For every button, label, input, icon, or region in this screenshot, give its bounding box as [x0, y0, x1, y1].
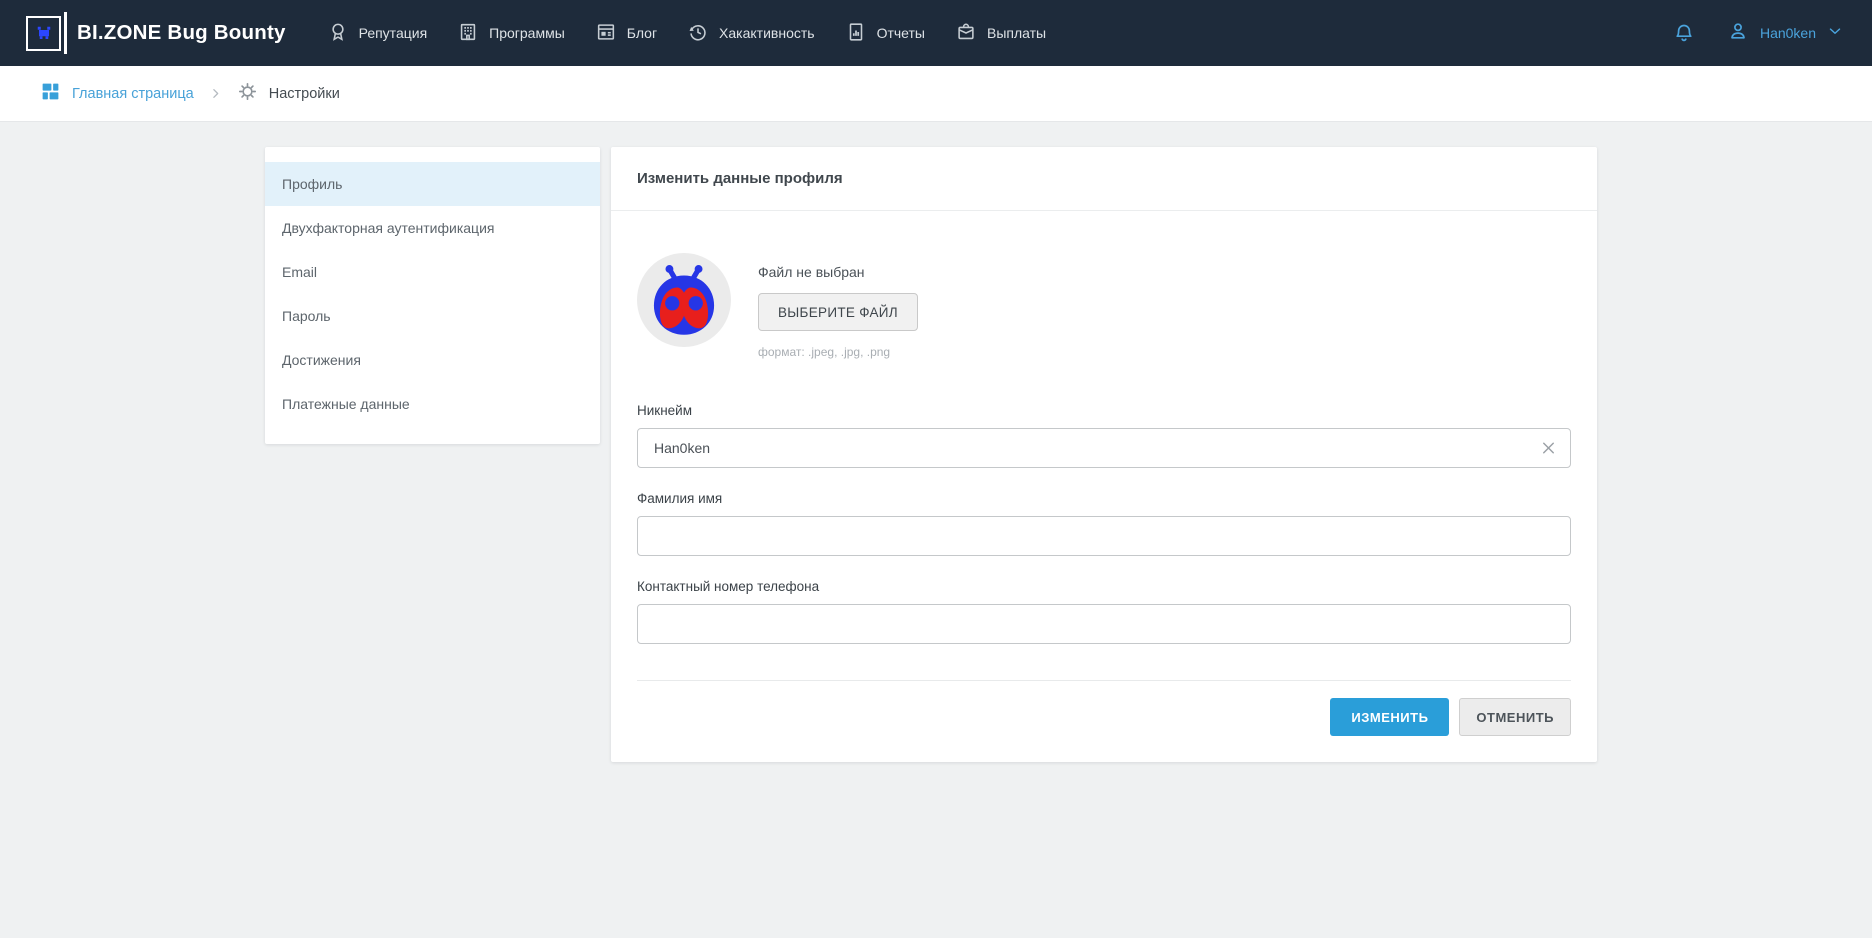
report-icon	[845, 21, 867, 46]
nav-item-label: Программы	[489, 25, 565, 41]
submit-button[interactable]: ИЗМЕНИТЬ	[1330, 698, 1449, 736]
navbar-right: Han0ken	[1672, 19, 1844, 48]
file-format-hint: формат: .jpeg, .jpg, .png	[758, 345, 918, 359]
phone-field-block: Контактный номер телефона	[637, 579, 1571, 644]
sidebar-item-two-factor[interactable]: Двухфакторная аутентификация	[265, 206, 600, 250]
sidebar-item-label: Email	[282, 264, 317, 280]
gear-icon	[237, 81, 258, 107]
breadcrumb-current: Настройки	[237, 81, 340, 107]
sidebar-item-profile[interactable]: Профиль	[265, 162, 600, 206]
nav-item-hackactivity[interactable]: Хакактивность	[672, 11, 830, 56]
profile-panel: Изменить данные профиля	[611, 147, 1597, 762]
chevron-right-icon	[209, 87, 222, 100]
nav-item-reputation[interactable]: Репутация	[312, 11, 443, 56]
newspaper-icon	[595, 21, 617, 46]
nickname-input-wrap	[637, 428, 1571, 468]
breadcrumb-current-label: Настройки	[269, 86, 340, 102]
clear-icon[interactable]	[1539, 439, 1558, 458]
brand-logo[interactable]: BI.ZONE Bug Bounty	[26, 12, 286, 54]
user-name: Han0ken	[1760, 25, 1816, 41]
sidebar-item-label: Пароль	[282, 308, 331, 324]
user-menu[interactable]: Han0ken	[1726, 19, 1844, 48]
sidebar-item-password[interactable]: Пароль	[265, 294, 600, 338]
phone-input[interactable]	[637, 604, 1571, 644]
breadcrumb-home-link[interactable]: Главная страница	[40, 81, 194, 107]
bell-icon[interactable]	[1672, 21, 1696, 45]
nickname-input[interactable]	[637, 428, 1571, 468]
brand-title: BI.ZONE Bug Bounty	[77, 21, 286, 45]
medal-icon	[327, 21, 349, 46]
fullname-label: Фамилия имя	[637, 491, 1571, 506]
fullname-field-block: Фамилия имя	[637, 491, 1571, 556]
sidebar-item-label: Профиль	[282, 176, 342, 192]
sidebar-item-label: Достижения	[282, 352, 361, 368]
panel-header: Изменить данные профиля	[611, 147, 1597, 211]
nav-item-label: Репутация	[359, 25, 428, 41]
sidebar-item-email[interactable]: Email	[265, 250, 600, 294]
nav-item-label: Выплаты	[987, 25, 1046, 41]
nickname-label: Никнейм	[637, 403, 1571, 418]
choose-file-button[interactable]: ВЫБЕРИТЕ ФАЙЛ	[758, 293, 918, 331]
briefcase-icon	[955, 21, 977, 46]
sidebar-item-label: Двухфакторная аутентификация	[282, 220, 494, 236]
main-nav: Репутация Программы	[312, 11, 1062, 56]
bug-logo-icon	[26, 16, 61, 51]
phone-label: Контактный номер телефона	[637, 579, 1571, 594]
nav-item-programs[interactable]: Программы	[442, 11, 580, 56]
breadcrumb: Главная страница Настройки	[0, 66, 1872, 122]
nav-item-blog[interactable]: Блог	[580, 11, 672, 56]
top-navbar: BI.ZONE Bug Bounty Репутация	[0, 0, 1872, 66]
sidebar-item-achievements[interactable]: Достижения	[265, 338, 600, 382]
file-upload-block: Файл не выбран ВЫБЕРИТЕ ФАЙЛ формат: .jp…	[758, 253, 918, 359]
nickname-field-block: Никнейм	[637, 403, 1571, 468]
cancel-button[interactable]: ОТМЕНИТЬ	[1459, 698, 1571, 736]
avatar-section: Файл не выбран ВЫБЕРИТЕ ФАЙЛ формат: .jp…	[637, 253, 1571, 359]
history-icon	[687, 21, 709, 46]
nav-item-label: Блог	[627, 25, 657, 41]
nav-item-label: Хакактивность	[719, 25, 815, 41]
settings-sidebar: Профиль Двухфакторная аутентификация Ema…	[265, 147, 600, 444]
form-actions: ИЗМЕНИТЬ ОТМЕНИТЬ	[637, 681, 1571, 736]
ladybug-avatar	[637, 253, 731, 347]
sidebar-item-label: Платежные данные	[282, 396, 410, 412]
logo-divider	[64, 12, 67, 54]
file-status-text: Файл не выбран	[758, 264, 918, 280]
nav-item-payouts[interactable]: Выплаты	[940, 11, 1061, 56]
chevron-down-icon	[1826, 22, 1844, 45]
dashboard-grid-icon	[40, 81, 61, 107]
nav-item-reports[interactable]: Отчеты	[830, 11, 940, 56]
phone-input-wrap	[637, 604, 1571, 644]
fullname-input-wrap	[637, 516, 1571, 556]
page-content: Профиль Двухфакторная аутентификация Ema…	[0, 122, 1872, 762]
building-icon	[457, 21, 479, 46]
sidebar-item-payment-data[interactable]: Платежные данные	[265, 382, 600, 426]
nav-item-label: Отчеты	[877, 25, 925, 41]
breadcrumb-home-label: Главная страница	[72, 86, 194, 102]
person-icon	[1726, 19, 1750, 48]
panel-body: Файл не выбран ВЫБЕРИТЕ ФАЙЛ формат: .jp…	[611, 211, 1597, 762]
panel-title: Изменить данные профиля	[637, 170, 843, 187]
fullname-input[interactable]	[637, 516, 1571, 556]
